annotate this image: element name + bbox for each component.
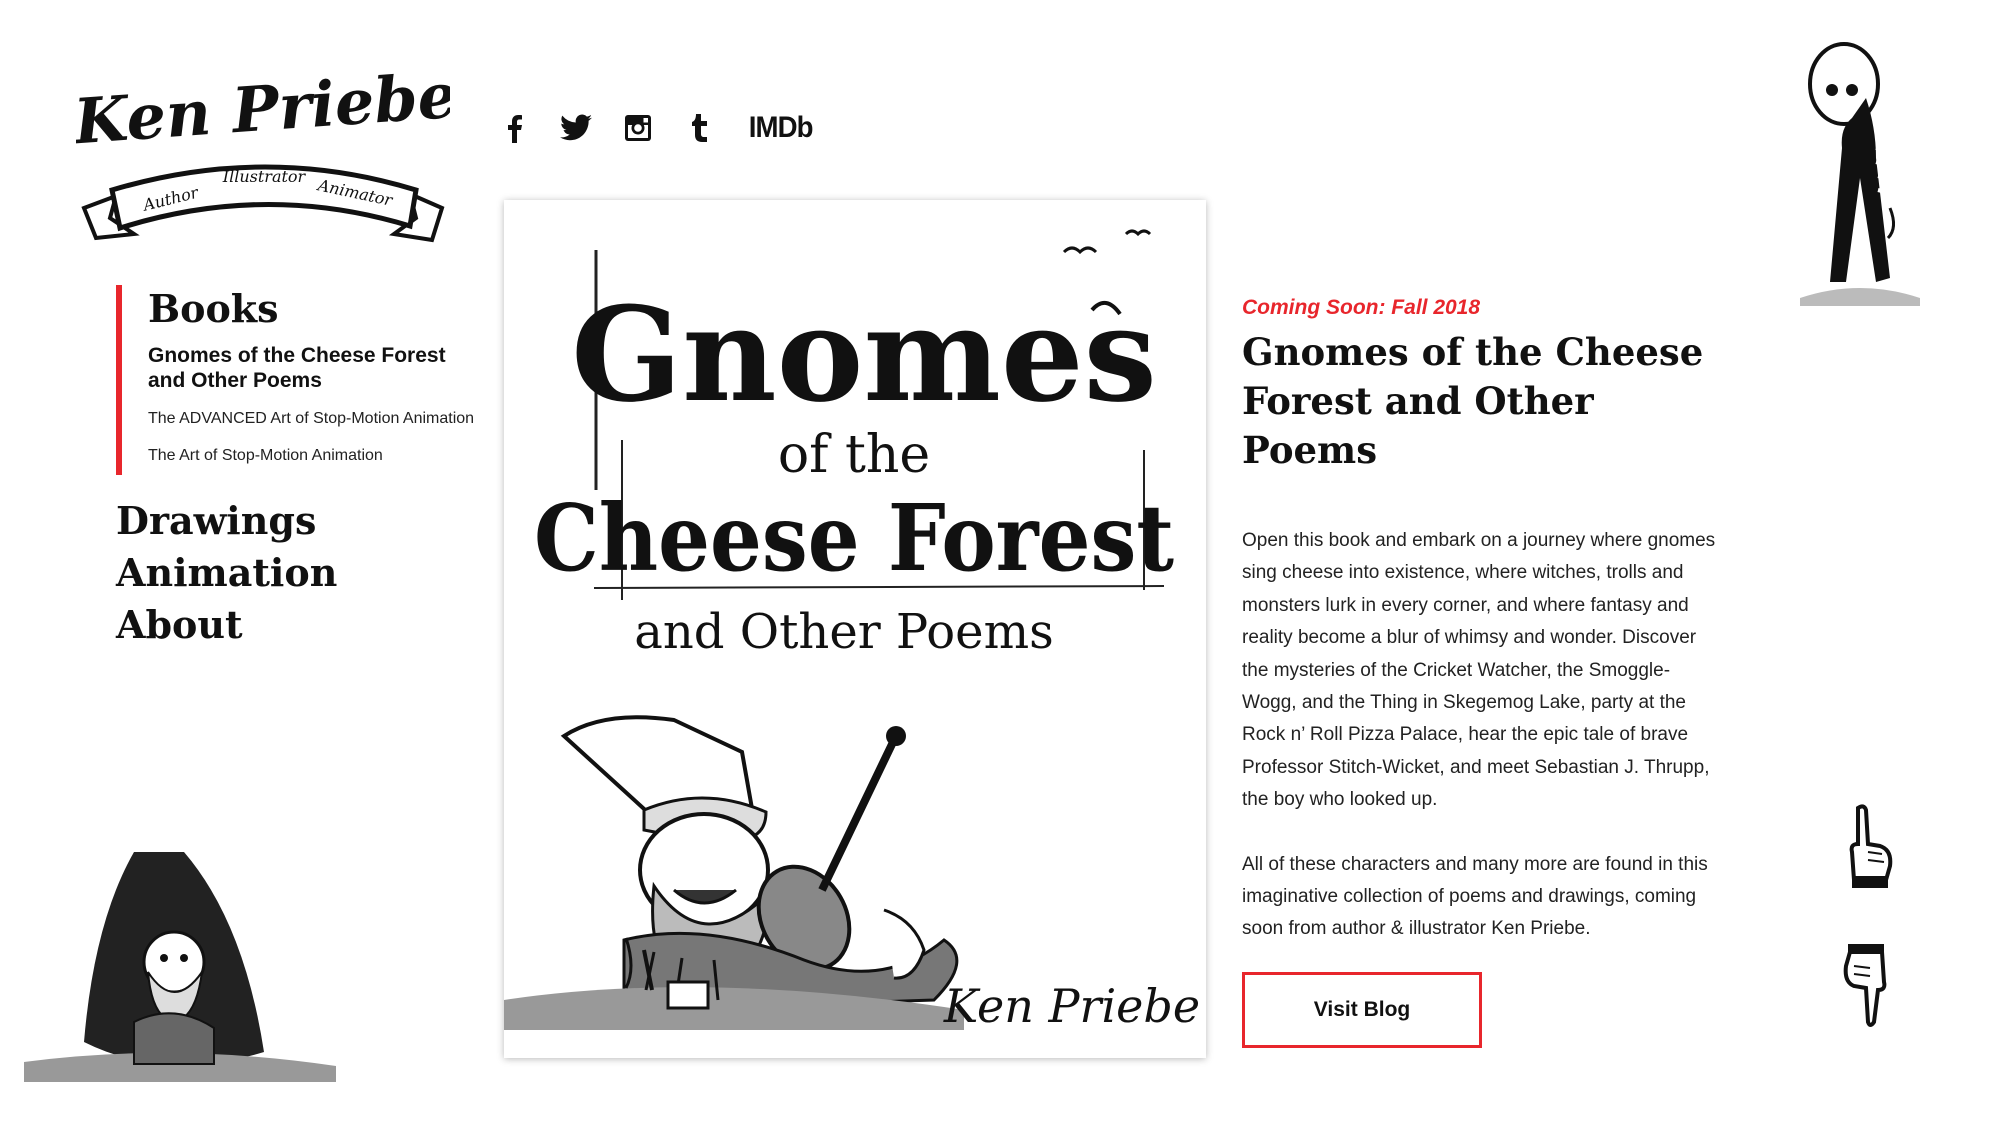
nav-book-gnomes[interactable]: Gnomes of the Cheese Forest and Other Po… <box>148 343 476 393</box>
tumblr-icon[interactable] <box>684 112 716 144</box>
cover-title-line3: Cheese Forest <box>534 484 1174 592</box>
facebook-icon[interactable] <box>498 112 530 144</box>
cover-title-line2: of the <box>778 425 930 485</box>
gnome-illustration <box>504 715 964 1030</box>
nav-animation[interactable]: Animation <box>116 547 476 599</box>
scroll-down-hand-icon[interactable] <box>1840 942 1896 1028</box>
nav-book-advanced-stop-motion[interactable]: The ADVANCED Art of Stop-Motion Animatio… <box>148 407 476 430</box>
gnome-peek-illustration <box>24 842 336 1098</box>
nav-about[interactable]: About <box>116 599 476 651</box>
nav-main-links: Drawings Animation About <box>116 495 476 651</box>
logo-name: Ken Priebe <box>76 59 450 159</box>
book-description-2: All of these characters and many more ar… <box>1242 853 1708 940</box>
cheese-wedge <box>666 980 710 1010</box>
cover-author: Ken Priebe <box>943 979 1200 1033</box>
book-description-1: Open this book and embark on a journey w… <box>1242 530 1716 811</box>
social-links: IMDb <box>498 108 815 148</box>
main-navigation: Books Gnomes of the Cheese Forest and Ot… <box>116 285 476 651</box>
scroll-up-hand-icon[interactable] <box>1840 804 1896 890</box>
books-section: Books Gnomes of the Cheese Forest and Ot… <box>116 285 476 475</box>
cover-title-line1: Gnomes <box>571 278 1157 431</box>
book-title: Gnomes of the Cheese Forest and Other Po… <box>1242 330 1704 472</box>
twitter-icon[interactable] <box>560 112 592 144</box>
tagline-illustrator: Illustrator <box>222 167 307 186</box>
figure-illustration <box>1780 38 1932 328</box>
nav-drawings[interactable]: Drawings <box>116 495 476 547</box>
bird-icon <box>1124 229 1152 237</box>
coming-soon-label: Coming Soon: Fall 2018 <box>1242 296 1481 319</box>
visit-blog-button[interactable]: Visit Blog <box>1242 971 1482 1048</box>
cover-title-line4: and Other Poems <box>634 604 1053 660</box>
site-logo[interactable]: Ken Priebe Author Illustrator Animator <box>76 58 450 258</box>
imdb-link[interactable]: IMDb <box>749 111 814 145</box>
nav-books[interactable]: Books <box>148 285 476 333</box>
book-details: Coming Soon: Fall 2018 Gnomes of the Che… <box>1242 296 1722 1048</box>
book-cover-image: Gnomes of the Cheese Forest and Other Po… <box>504 200 1206 1058</box>
bird-icon <box>1062 246 1098 255</box>
instagram-icon[interactable] <box>622 112 654 144</box>
nav-book-stop-motion[interactable]: The Art of Stop-Motion Animation <box>148 444 476 467</box>
